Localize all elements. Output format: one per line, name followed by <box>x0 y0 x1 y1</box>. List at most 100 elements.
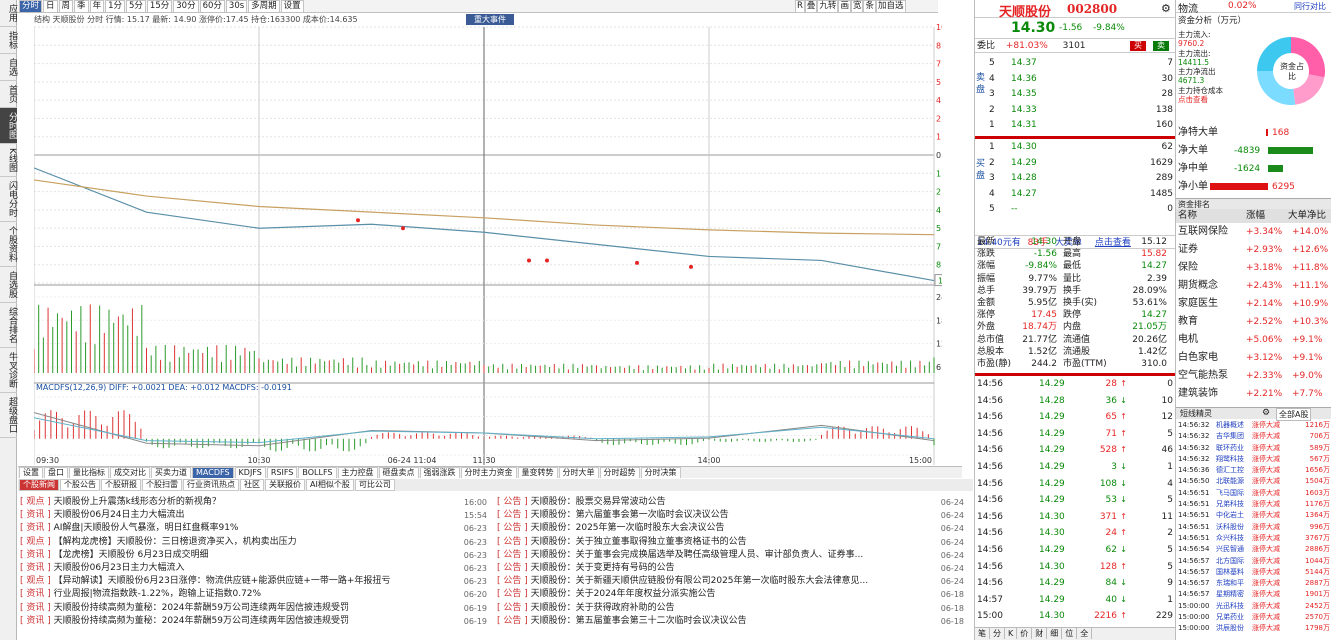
news-item[interactable]: [ 资讯 ] 天顺股份06月23日主力大幅流入 06-23 <box>20 562 495 575</box>
news-item[interactable]: [ 资讯 ] 天顺股份持续高频为董秘：2024年薪酬59万公司连续两年因信披违规… <box>20 615 495 628</box>
sector-row[interactable]: 建筑装饰 +2.21% +7.7% <box>1176 385 1331 403</box>
ticks-tab-5[interactable]: 细 <box>1047 628 1063 639</box>
sector-col-header[interactable]: 涨幅 <box>1246 209 1265 223</box>
news-title[interactable]: 【解构龙虎榜】天顺股份：三日榜退资净买入，机构卖出压力 <box>54 537 297 547</box>
dragon-row[interactable]: 14:56:57 星期精密 涨停大减 1901万 <box>1176 589 1331 600</box>
news-item[interactable]: [ 资讯 ] 行业周报|物流指数跌-1.22%，跑输上证指数0.72% 06-20 <box>20 588 495 601</box>
dragon-row[interactable]: 14:56:50 北联能源 涨停大减 1504万 <box>1176 476 1331 487</box>
news-title[interactable]: AI解盘|天顺股份人气暴涨，明日红盘概率91% <box>54 523 239 533</box>
left-tab-7[interactable]: 个股资料 <box>0 222 17 267</box>
industry-name[interactable]: 物流 <box>1178 0 1198 15</box>
ticks-tab-3[interactable]: 价 <box>1017 628 1033 639</box>
dragon-row[interactable]: 14:56:54 兴民智通 涨停大减 2886万 <box>1176 544 1331 555</box>
news-tab-0[interactable]: 个股新闻 <box>19 479 59 491</box>
indicator-tab-2[interactable]: 量比指标 <box>69 467 109 478</box>
news-item[interactable]: [ 资讯 ] 天顺股份持续高频为董秘：2024年薪酬59万公司连续两年因信披违规… <box>20 602 495 615</box>
period-tab-1[interactable]: 日 <box>43 0 58 12</box>
sector-row[interactable]: 家庭医生 +2.14% +10.9% <box>1176 295 1331 313</box>
indicator-tab-4[interactable]: 买卖力道 <box>151 467 191 478</box>
dragon-row[interactable]: 14:56:57 北方国际 涨停大减 1044万 <box>1176 556 1331 567</box>
event-badge[interactable]: 重大事件 <box>466 14 514 25</box>
news-item[interactable]: [ 资讯 ] AI解盘|天顺股份人气暴涨，明日红盘概率91% 06-23 <box>20 522 495 535</box>
left-tab-0[interactable]: 应用 <box>0 0 17 27</box>
news-item[interactable]: [ 公告 ] 天顺股份：关于变更持有号码的公告 06-24 <box>497 562 972 575</box>
news-item[interactable]: [ 公告 ] 天顺股份：关于获得政府补助的公告 06-18 <box>497 602 972 615</box>
ticks-tab-4[interactable]: 财 <box>1032 628 1048 639</box>
news-title[interactable]: 【龙虎榜】天顺股份 6月23日成交明细 <box>54 550 209 560</box>
dragon-row[interactable]: 14:56:36 德汇工控 涨停大减 1656万 <box>1176 465 1331 476</box>
left-tab-1[interactable]: 指标 <box>0 27 17 54</box>
news-title[interactable]: 天顺股份：关于董事会完成换届选举及聘任高级管理人员、审计部负责人、证券事... <box>531 550 864 560</box>
news-tab-5[interactable]: 社区 <box>240 479 264 491</box>
indicator-tab-8[interactable]: BOLLFS <box>298 467 337 478</box>
news-item[interactable]: [ 公告 ] 天顺股份：关于2024年年度权益分派实施公告 06-18 <box>497 588 972 601</box>
indicator-tab-15[interactable]: 分时超势 <box>599 467 640 478</box>
dragon-row[interactable]: 14:56:32 联环药业 涨停大减 589万 <box>1176 443 1331 454</box>
dragon-row[interactable]: 14:56:57 东瑞和平 涨停大减 2887万 <box>1176 578 1331 589</box>
indicator-tab-14[interactable]: 分时大单 <box>558 467 599 478</box>
news-item[interactable]: [ 观点 ] 天顺股份上升震荡k线形态分析的新视角？ 16:00 <box>20 496 495 509</box>
sector-row[interactable]: 证券 +2.93% +12.6% <box>1176 241 1331 259</box>
news-tab-1[interactable]: 个股公告 <box>60 479 100 491</box>
indicator-tab-1[interactable]: 盘口 <box>44 467 68 478</box>
period-tab-0[interactable]: 分时 <box>19 0 43 12</box>
left-tab-8[interactable]: 自选股 <box>0 267 17 303</box>
dragon-row[interactable]: 15:00:00 光迅科技 涨停大减 2452万 <box>1176 601 1331 612</box>
sector-row[interactable]: 期货概念 +2.43% +11.1% <box>1176 277 1331 295</box>
book-row[interactable]: 5 14.37 7 <box>975 56 1175 72</box>
news-title[interactable]: 天顺股份：关于变更持有号码的公告 <box>531 563 675 573</box>
dragon-row[interactable]: 14:56:51 众兴科技 涨停大减 3767万 <box>1176 533 1331 544</box>
news-item[interactable]: [ 公告 ] 天顺股份：关于董事会完成换届选举及聘任高级管理人员、审计部负责人、… <box>497 549 972 562</box>
left-tab-3[interactable]: 首页 <box>0 81 17 108</box>
dragon-row[interactable]: 14:56:57 国林基料 涨停大减 5144万 <box>1176 567 1331 578</box>
indicator-tab-11[interactable]: 强弱涨跌 <box>419 467 460 478</box>
sector-row[interactable]: 互联网保险 +3.34% +14.0% <box>1176 223 1331 241</box>
indicator-tab-6[interactable]: KDJFS <box>234 467 266 478</box>
news-title[interactable]: 天顺股份：关于2024年年度权益分派实施公告 <box>531 589 716 599</box>
period-tab-12[interactable]: 设置 <box>280 0 304 12</box>
news-item[interactable]: [ 公告 ] 天顺股份：第六届董事会第一次临时会议决议公告 06-24 <box>497 509 972 522</box>
book-row[interactable]: 5 -- 0 <box>975 202 1175 218</box>
news-title[interactable]: 天顺股份持续高频为董秘：2024年薪酬59万公司连续两年因信披违规受罚 <box>54 616 349 626</box>
period-tab-2[interactable]: 周 <box>58 0 74 12</box>
dragon-row[interactable]: 14:56:51 中化岩土 涨停大减 1364万 <box>1176 510 1331 521</box>
tool-button-5[interactable]: 条 <box>863 0 876 13</box>
period-tab-7[interactable]: 15分 <box>146 0 173 12</box>
news-item[interactable]: [ 资讯 ] 天顺股份06月24日主力大幅流出 15:54 <box>20 509 495 522</box>
news-title[interactable]: 天顺股份06月24日主力大幅流出 <box>54 510 185 520</box>
dragon-row[interactable]: 15:00:00 兄弟药业 涨停大减 2570万 <box>1176 612 1331 623</box>
left-tab-2[interactable]: 自选 <box>0 54 17 81</box>
indicator-tab-7[interactable]: RSIFS <box>266 467 298 478</box>
book-row[interactable]: 4 14.36 30 <box>975 72 1175 88</box>
news-item[interactable]: [ 公告 ] 天顺股份：第五届董事会第三十二次临时会议决议公告 06-18 <box>497 615 972 628</box>
news-item[interactable]: [ 公告 ] 天顺股份：关于新疆天顺供应链股份有限公司2025年第一次临时股东大… <box>497 575 972 588</box>
gear-icon[interactable]: ⚙ <box>1161 2 1171 15</box>
left-tab-4[interactable]: 分时图 <box>0 108 17 144</box>
indicator-tab-3[interactable]: 成交对比 <box>110 467 150 478</box>
period-tab-5[interactable]: 1分 <box>105 0 125 12</box>
indicator-tab-0[interactable]: 设置 <box>19 467 43 478</box>
indicator-tab-10[interactable]: 砸盘卖点 <box>378 467 419 478</box>
indicator-tab-13[interactable]: 量变转势 <box>517 467 558 478</box>
dragon-row[interactable]: 14:56:51 沃科股份 涨停大减 996万 <box>1176 522 1331 533</box>
gear-icon[interactable]: ⚙ <box>1262 408 1270 418</box>
period-tab-10[interactable]: 30s <box>225 0 248 12</box>
news-title[interactable]: 天顺股份：关于获得政府补助的公告 <box>531 603 675 613</box>
period-tab-9[interactable]: 60分 <box>199 0 225 12</box>
news-title[interactable]: 【异动解读】天顺股份6月23日涨停：物流供应链+能源供应链+一带一路+年报扭亏 <box>54 576 391 586</box>
ticks-tab-6[interactable]: 位 <box>1062 628 1078 639</box>
book-row[interactable]: 2 14.33 138 <box>975 103 1175 119</box>
sector-row[interactable]: 白色家电 +3.12% +9.1% <box>1176 349 1331 367</box>
sector-col-header[interactable]: 名称 <box>1178 209 1197 223</box>
ticks-tab-2[interactable]: K <box>1005 628 1018 639</box>
intraday-chart[interactable]: 17.4510.03%17.228.60%17.007.18%16.775.75… <box>34 13 942 468</box>
dragon-row[interactable]: 14:56:32 翔鹭科技 涨停大减 567万 <box>1176 454 1331 465</box>
dragon-row[interactable]: 14:56:32 机器概述 涨停大减 1216万 <box>1176 420 1331 431</box>
news-item[interactable]: [ 公告 ] 天顺股份：关于独立董事取得独立董事资格证书的公告 06-24 <box>497 536 972 549</box>
news-tab-4[interactable]: 行业资讯热点 <box>183 479 239 491</box>
news-title[interactable]: 行业周报|物流指数跌-1.22%，跑输上证指数0.72% <box>54 589 261 599</box>
period-tab-6[interactable]: 5分 <box>126 0 146 12</box>
news-title[interactable]: 天顺股份：关于独立董事取得独立董事资格证书的公告 <box>531 537 747 547</box>
sell-button[interactable]: 卖 <box>1153 41 1169 51</box>
ticks-tab-1[interactable]: 分 <box>990 628 1005 639</box>
